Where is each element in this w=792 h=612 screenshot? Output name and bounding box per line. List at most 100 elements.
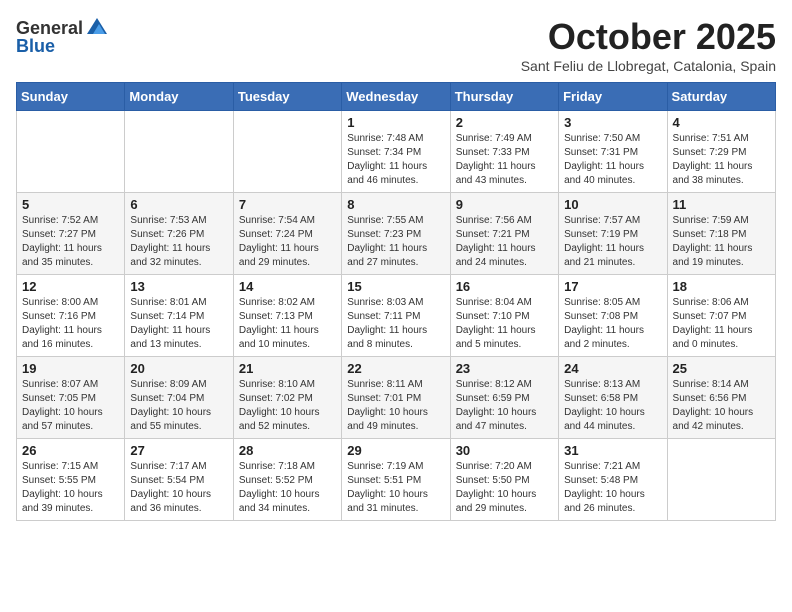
- day-number: 2: [456, 115, 553, 130]
- day-cell: 21 Sunrise: 8:10 AM Sunset: 7:02 PM Dayli…: [233, 357, 341, 439]
- day-cell: 15 Sunrise: 8:03 AM Sunset: 7:11 PM Dayli…: [342, 275, 450, 357]
- day-info: Sunrise: 7:48 AM Sunset: 7:34 PM Dayligh…: [347, 132, 444, 188]
- day-number: 29: [347, 443, 444, 458]
- day-cell: 8 Sunrise: 7:55 AM Sunset: 7:23 PM Daylig…: [342, 193, 450, 275]
- day-cell: [17, 111, 125, 193]
- day-info: Sunrise: 8:05 AM Sunset: 7:08 PM Dayligh…: [564, 296, 661, 352]
- day-number: 5: [22, 197, 119, 212]
- day-cell: 1 Sunrise: 7:48 AM Sunset: 7:34 PM Daylig…: [342, 111, 450, 193]
- day-info: Sunrise: 8:03 AM Sunset: 7:11 PM Dayligh…: [347, 296, 444, 352]
- day-header-wednesday: Wednesday: [342, 83, 450, 111]
- day-cell: [125, 111, 233, 193]
- day-cell: 22 Sunrise: 8:11 AM Sunset: 7:01 PM Dayli…: [342, 357, 450, 439]
- day-info: Sunrise: 7:50 AM Sunset: 7:31 PM Dayligh…: [564, 132, 661, 188]
- day-number: 8: [347, 197, 444, 212]
- day-number: 19: [22, 361, 119, 376]
- header: General Blue October 2025 Sant Feliu de …: [16, 16, 776, 74]
- location-subtitle: Sant Feliu de Llobregat, Catalonia, Spai…: [521, 58, 776, 74]
- title-area: October 2025 Sant Feliu de Llobregat, Ca…: [521, 16, 776, 74]
- day-cell: 30Sunrise: 7:20 AM Sunset: 5:50 PM Dayli…: [450, 439, 558, 521]
- day-number: 28: [239, 443, 336, 458]
- day-info: Sunrise: 7:53 AM Sunset: 7:26 PM Dayligh…: [130, 214, 227, 270]
- week-row-1: 1 Sunrise: 7:48 AM Sunset: 7:34 PM Daylig…: [17, 111, 776, 193]
- day-header-saturday: Saturday: [667, 83, 775, 111]
- day-number: 4: [673, 115, 770, 130]
- day-info: Sunrise: 8:11 AM Sunset: 7:01 PM Dayligh…: [347, 378, 444, 434]
- day-number: 16: [456, 279, 553, 294]
- day-info: Sunrise: 7:57 AM Sunset: 7:19 PM Dayligh…: [564, 214, 661, 270]
- day-number: 9: [456, 197, 553, 212]
- day-info: Sunrise: 8:09 AM Sunset: 7:04 PM Dayligh…: [130, 378, 227, 434]
- day-cell: 29 Sunrise: 7:19 AM Sunset: 5:51 PM Dayli…: [342, 439, 450, 521]
- day-cell: 31Sunrise: 7:21 AM Sunset: 5:48 PM Dayli…: [559, 439, 667, 521]
- day-cell: 4 Sunrise: 7:51 AM Sunset: 7:29 PM Daylig…: [667, 111, 775, 193]
- day-number: 1: [347, 115, 444, 130]
- day-info: Sunrise: 7:51 AM Sunset: 7:29 PM Dayligh…: [673, 132, 770, 188]
- day-cell: 25Sunrise: 8:14 AM Sunset: 6:56 PM Dayli…: [667, 357, 775, 439]
- day-number: 31: [564, 443, 661, 458]
- calendar-table: SundayMondayTuesdayWednesdayThursdayFrid…: [16, 82, 776, 521]
- day-info: Sunrise: 8:07 AM Sunset: 7:05 PM Dayligh…: [22, 378, 119, 434]
- day-cell: [667, 439, 775, 521]
- day-number: 24: [564, 361, 661, 376]
- day-cell: 5 Sunrise: 7:52 AM Sunset: 7:27 PM Daylig…: [17, 193, 125, 275]
- day-number: 18: [673, 279, 770, 294]
- day-header-monday: Monday: [125, 83, 233, 111]
- day-info: Sunrise: 7:52 AM Sunset: 7:27 PM Dayligh…: [22, 214, 119, 270]
- month-title: October 2025: [521, 16, 776, 58]
- day-cell: 6 Sunrise: 7:53 AM Sunset: 7:26 PM Daylig…: [125, 193, 233, 275]
- day-info: Sunrise: 7:55 AM Sunset: 7:23 PM Dayligh…: [347, 214, 444, 270]
- day-cell: 14 Sunrise: 8:02 AM Sunset: 7:13 PM Dayli…: [233, 275, 341, 357]
- day-info: Sunrise: 7:20 AM Sunset: 5:50 PM Dayligh…: [456, 460, 553, 516]
- day-info: Sunrise: 8:01 AM Sunset: 7:14 PM Dayligh…: [130, 296, 227, 352]
- day-info: Sunrise: 8:14 AM Sunset: 6:56 PM Dayligh…: [673, 378, 770, 434]
- day-number: 14: [239, 279, 336, 294]
- day-number: 7: [239, 197, 336, 212]
- day-header-thursday: Thursday: [450, 83, 558, 111]
- day-info: Sunrise: 7:54 AM Sunset: 7:24 PM Dayligh…: [239, 214, 336, 270]
- day-number: 26: [22, 443, 119, 458]
- day-info: Sunrise: 7:59 AM Sunset: 7:18 PM Dayligh…: [673, 214, 770, 270]
- day-info: Sunrise: 8:02 AM Sunset: 7:13 PM Dayligh…: [239, 296, 336, 352]
- day-cell: 16 Sunrise: 8:04 AM Sunset: 7:10 PM Dayli…: [450, 275, 558, 357]
- day-cell: 17Sunrise: 8:05 AM Sunset: 7:08 PM Dayli…: [559, 275, 667, 357]
- day-info: Sunrise: 7:49 AM Sunset: 7:33 PM Dayligh…: [456, 132, 553, 188]
- day-number: 10: [564, 197, 661, 212]
- logo-icon: [85, 16, 109, 40]
- day-number: 27: [130, 443, 227, 458]
- day-info: Sunrise: 7:17 AM Sunset: 5:54 PM Dayligh…: [130, 460, 227, 516]
- day-cell: 12Sunrise: 8:00 AM Sunset: 7:16 PM Dayli…: [17, 275, 125, 357]
- day-header-tuesday: Tuesday: [233, 83, 341, 111]
- day-cell: 26 Sunrise: 7:15 AM Sunset: 5:55 PM Dayli…: [17, 439, 125, 521]
- day-number: 21: [239, 361, 336, 376]
- week-row-2: 5 Sunrise: 7:52 AM Sunset: 7:27 PM Daylig…: [17, 193, 776, 275]
- logo: General Blue: [16, 16, 109, 57]
- day-info: Sunrise: 7:15 AM Sunset: 5:55 PM Dayligh…: [22, 460, 119, 516]
- day-number: 15: [347, 279, 444, 294]
- day-cell: 13 Sunrise: 8:01 AM Sunset: 7:14 PM Dayli…: [125, 275, 233, 357]
- day-header-sunday: Sunday: [17, 83, 125, 111]
- day-info: Sunrise: 7:18 AM Sunset: 5:52 PM Dayligh…: [239, 460, 336, 516]
- day-cell: 2 Sunrise: 7:49 AM Sunset: 7:33 PM Daylig…: [450, 111, 558, 193]
- day-number: 6: [130, 197, 227, 212]
- week-row-5: 26 Sunrise: 7:15 AM Sunset: 5:55 PM Dayli…: [17, 439, 776, 521]
- day-cell: 24 Sunrise: 8:13 AM Sunset: 6:58 PM Dayli…: [559, 357, 667, 439]
- day-cell: [233, 111, 341, 193]
- day-cell: 9Sunrise: 7:56 AM Sunset: 7:21 PM Daylig…: [450, 193, 558, 275]
- day-info: Sunrise: 8:13 AM Sunset: 6:58 PM Dayligh…: [564, 378, 661, 434]
- day-number: 20: [130, 361, 227, 376]
- day-info: Sunrise: 7:19 AM Sunset: 5:51 PM Dayligh…: [347, 460, 444, 516]
- week-row-3: 12Sunrise: 8:00 AM Sunset: 7:16 PM Dayli…: [17, 275, 776, 357]
- day-info: Sunrise: 8:04 AM Sunset: 7:10 PM Dayligh…: [456, 296, 553, 352]
- day-number: 22: [347, 361, 444, 376]
- day-number: 11: [673, 197, 770, 212]
- day-info: Sunrise: 8:10 AM Sunset: 7:02 PM Dayligh…: [239, 378, 336, 434]
- day-number: 12: [22, 279, 119, 294]
- week-row-4: 19 Sunrise: 8:07 AM Sunset: 7:05 PM Dayli…: [17, 357, 776, 439]
- day-cell: 11 Sunrise: 7:59 AM Sunset: 7:18 PM Dayli…: [667, 193, 775, 275]
- day-cell: 23Sunrise: 8:12 AM Sunset: 6:59 PM Dayli…: [450, 357, 558, 439]
- day-cell: 18Sunrise: 8:06 AM Sunset: 7:07 PM Dayli…: [667, 275, 775, 357]
- day-number: 13: [130, 279, 227, 294]
- day-cell: 20 Sunrise: 8:09 AM Sunset: 7:04 PM Dayli…: [125, 357, 233, 439]
- day-number: 23: [456, 361, 553, 376]
